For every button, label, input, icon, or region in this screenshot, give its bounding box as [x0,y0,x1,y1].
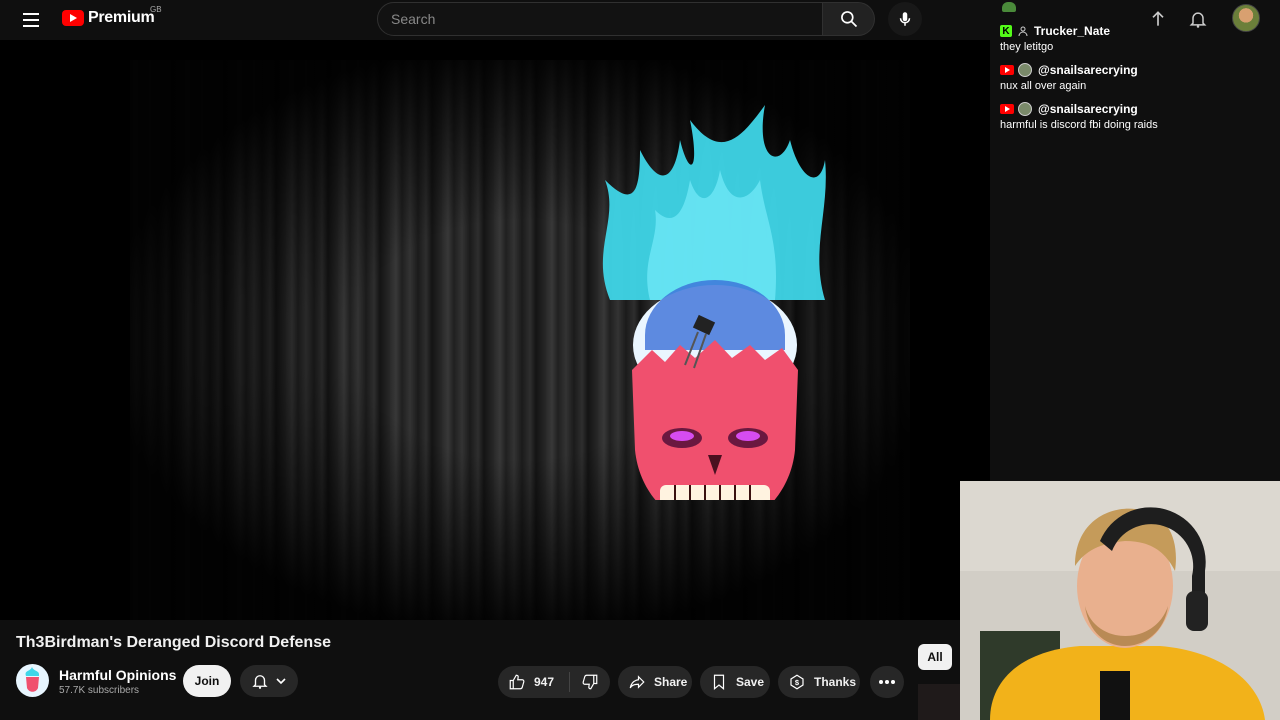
chat-username: Trucker_Nate [1034,24,1111,38]
youtube-icon [1000,65,1014,75]
skull-artwork [602,105,826,500]
avatar [1018,102,1032,116]
avatar [1018,63,1032,77]
recommended-thumbnail[interactable] [918,684,960,720]
video-title: Th3Birdman's Deranged Discord Defense [16,634,331,651]
chat-text: nux all over again [1000,80,1087,92]
thanks-label: Thanks [814,675,857,689]
share-label: Share [654,675,688,689]
svg-text:$: $ [795,678,800,687]
thumbs-down-icon [582,674,598,690]
thanks-button[interactable]: $ Thanks [778,666,860,698]
webcam-feed [960,481,1280,720]
video-player[interactable] [0,40,990,620]
subscriber-count: 57.7K subscribers [59,685,140,696]
search-input[interactable] [377,2,823,36]
youtube-icon [1000,104,1014,114]
menu-icon[interactable] [20,8,44,32]
join-button[interactable]: Join [183,665,231,697]
youtube-premium-logo[interactable]: Premium GB [62,5,162,27]
like-dislike-group: 947 [498,666,610,698]
chat-text: they letitgo [1000,41,1054,53]
filter-chip-all[interactable]: All [918,644,952,670]
bookmark-icon [713,674,725,691]
chat-text: harmful is discord fbi doing raids [1000,119,1158,131]
chat-message: @snailsarecrying nux all over again [1000,62,1280,92]
dislike-button[interactable] [570,673,610,691]
super-thanks-icon: $ [790,674,804,690]
youtube-icon [62,10,84,26]
country-code: GB [150,5,162,14]
save-button[interactable]: Save [700,666,770,698]
search-icon [840,11,857,28]
share-button[interactable]: Share [618,666,692,698]
chat-username: @snailsarecrying [1038,102,1138,116]
voice-search-button[interactable] [888,2,922,36]
search-button[interactable] [823,2,875,36]
channel-avatar[interactable] [16,664,49,697]
thumbs-up-icon [509,674,525,690]
subscription-bell-button[interactable] [240,665,298,697]
microphone-icon [899,12,911,26]
logo-text: Premium [88,9,155,26]
chevron-down-icon [276,678,286,685]
bell-icon [252,675,268,689]
chat-username: @snailsarecrying [1038,63,1138,77]
user-icon [1018,26,1028,36]
channel-name[interactable]: Harmful Opinions [59,667,176,683]
more-horizontal-icon [879,680,895,684]
streamer-webcam [960,481,1280,720]
save-label: Save [736,675,765,689]
top-bar: Premium GB [0,0,990,40]
channel-logo-icon [25,667,40,692]
like-count: 947 [534,675,555,689]
kick-icon: K [1000,25,1012,37]
pepe-emote-icon [1002,2,1016,12]
more-actions-button[interactable] [870,666,904,698]
chat-message: @snailsarecrying harmful is discord fbi … [1000,101,1280,131]
like-button[interactable]: 947 [498,672,570,692]
share-icon [629,675,645,689]
chat-message: K Trucker_Nate they letitgo [1000,23,1280,53]
search-bar [377,2,875,36]
